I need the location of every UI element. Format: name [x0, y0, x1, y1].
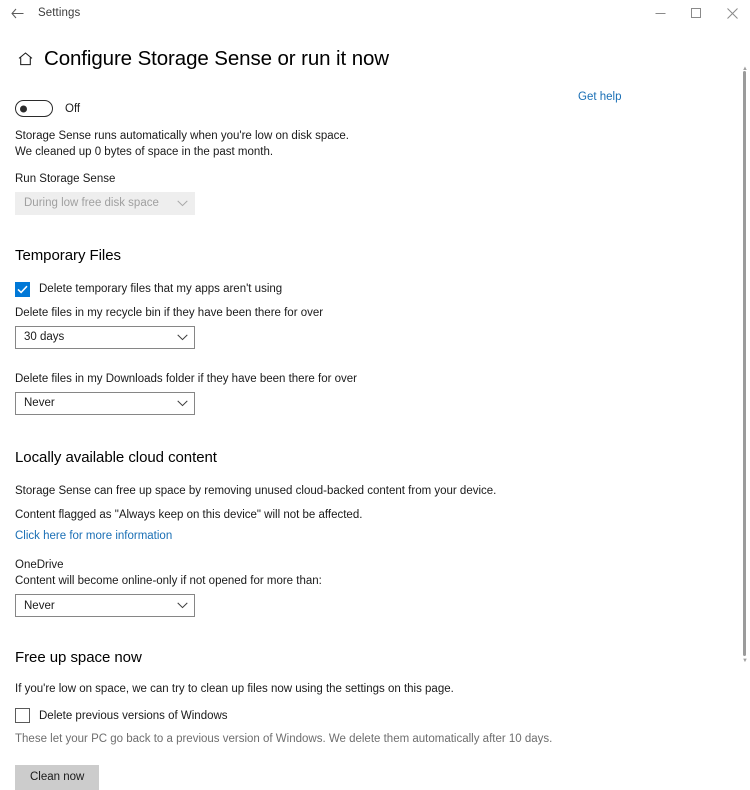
downloads-folder-value: Never — [24, 397, 55, 410]
storage-sense-toggle-row: Off — [15, 100, 750, 118]
delete-previous-versions-row[interactable]: Delete previous versions of Windows — [15, 708, 750, 724]
storage-sense-toggle-label: Off — [65, 102, 81, 115]
get-help-link[interactable]: Get help — [578, 91, 621, 103]
downloads-folder-label: Delete files in my Downloads folder if t… — [15, 372, 357, 385]
delete-previous-versions-checkbox[interactable] — [15, 708, 30, 724]
delete-temp-files-row[interactable]: Delete temporary files that my apps aren… — [15, 281, 750, 297]
chevron-down-icon — [177, 334, 188, 341]
vertical-scrollbar-thumb[interactable] — [743, 71, 746, 656]
temporary-files-heading: Temporary Files — [15, 246, 121, 264]
onedrive-heading: OneDrive — [15, 559, 64, 572]
onedrive-value: Never — [24, 599, 55, 612]
storage-sense-description-line1: Storage Sense runs automatically when yo… — [15, 130, 349, 143]
chevron-down-icon — [177, 602, 188, 609]
free-up-space-heading: Free up space now — [15, 649, 142, 667]
storage-sense-description-line2: We cleaned up 0 bytes of space in the pa… — [15, 145, 274, 158]
recycle-bin-value: 30 days — [24, 331, 65, 344]
scroll-down-arrow-icon[interactable]: ▼ — [742, 658, 748, 664]
delete-previous-versions-note: These let your PC go back to a previous … — [15, 733, 553, 746]
cloud-content-heading: Locally available cloud content — [15, 448, 217, 466]
cloud-content-description-line2: Content flagged as "Always keep on this … — [15, 508, 363, 521]
onedrive-dropdown[interactable]: Never — [15, 594, 195, 618]
chevron-down-icon — [177, 400, 188, 407]
downloads-folder-dropdown[interactable]: Never — [15, 391, 195, 415]
run-storage-sense-value: During low free disk space — [24, 197, 159, 210]
recycle-bin-dropdown[interactable]: 30 days — [15, 325, 195, 349]
cloud-content-description-line1: Storage Sense can free up space by remov… — [15, 484, 497, 497]
recycle-bin-label: Delete files in my recycle bin if they h… — [15, 306, 324, 319]
storage-sense-toggle[interactable] — [15, 100, 53, 118]
free-up-space-description: If you're low on space, we can try to cl… — [15, 683, 454, 696]
delete-previous-versions-label: Delete previous versions of Windows — [39, 709, 228, 722]
back-arrow-icon[interactable] — [0, 1, 34, 25]
settings-page: Configure Storage Sense or run it now Ge… — [0, 34, 750, 790]
toggle-knob — [20, 105, 27, 113]
home-icon[interactable] — [14, 48, 36, 70]
settings-content: Off Storage Sense runs automatically whe… — [15, 100, 750, 790]
chevron-down-icon — [177, 200, 188, 207]
page-title: Configure Storage Sense or run it now — [44, 46, 390, 70]
onedrive-label: Content will become online-only if not o… — [15, 575, 322, 588]
clean-now-button[interactable]: Clean now — [15, 765, 100, 790]
scroll-up-arrow-icon[interactable]: ▲ — [742, 66, 748, 72]
close-button[interactable] — [714, 0, 750, 26]
maximize-button[interactable] — [678, 0, 714, 26]
run-storage-sense-dropdown[interactable]: During low free disk space — [15, 191, 195, 215]
delete-temp-files-label: Delete temporary files that my apps aren… — [39, 283, 283, 296]
window-title-bar: Settings — [0, 0, 750, 26]
window-title: Settings — [38, 7, 81, 19]
run-storage-sense-label: Run Storage Sense — [15, 172, 116, 185]
cloud-content-more-info-link[interactable]: Click here for more information — [15, 530, 172, 542]
delete-temp-files-checkbox[interactable] — [15, 281, 30, 297]
minimize-button[interactable] — [642, 0, 678, 26]
page-header: Configure Storage Sense or run it now — [14, 34, 750, 84]
